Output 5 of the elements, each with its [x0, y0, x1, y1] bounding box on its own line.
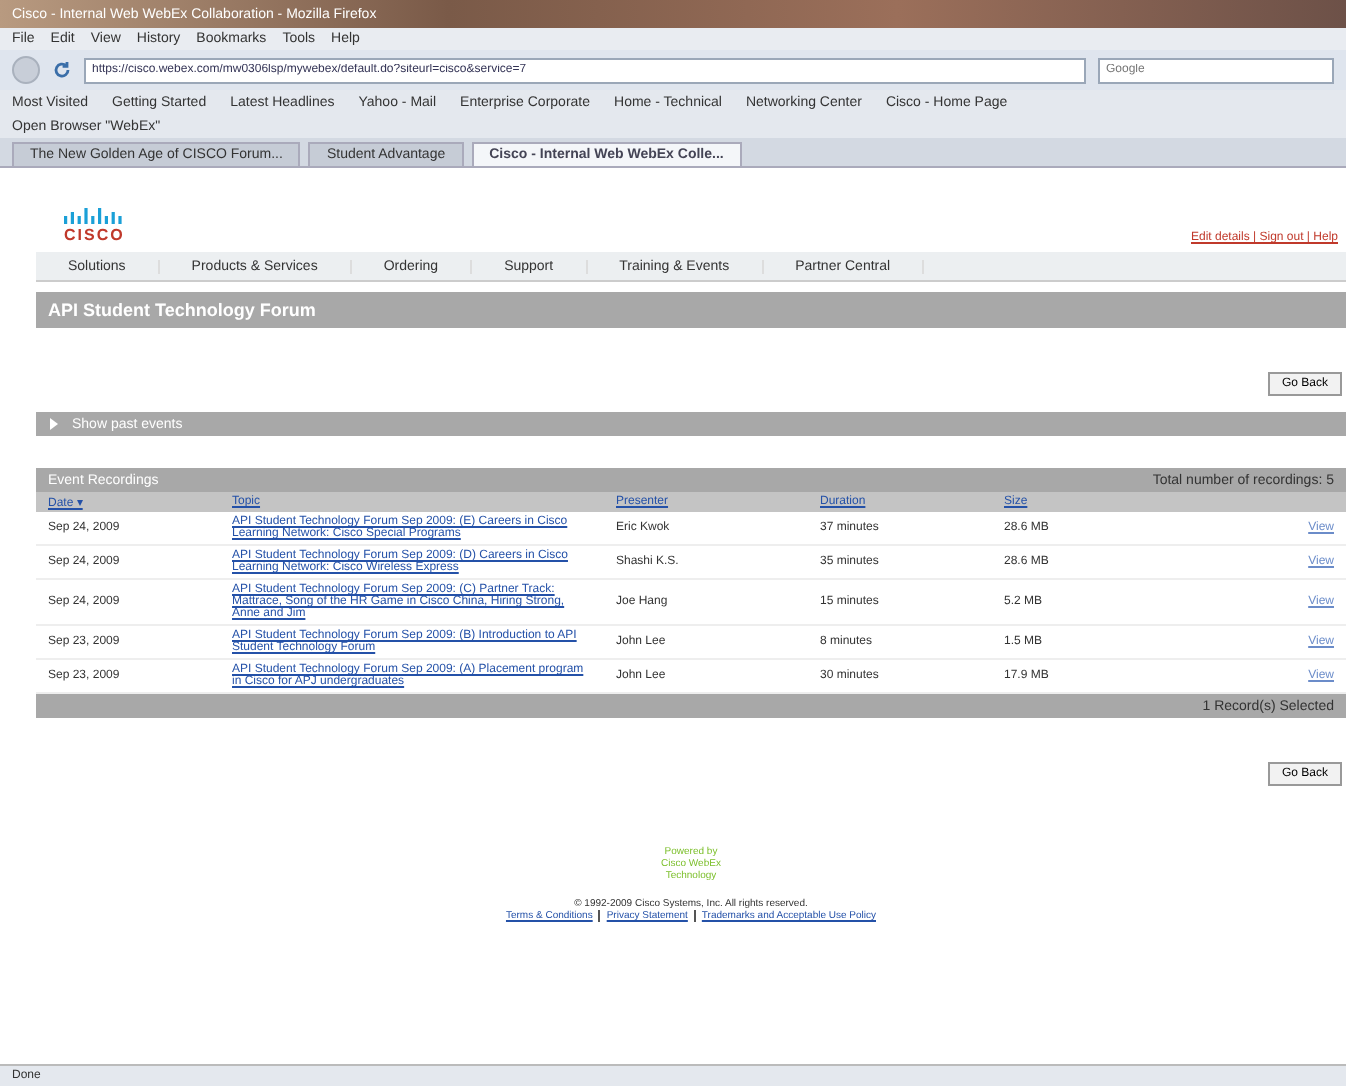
- reload-icon[interactable]: [52, 60, 72, 80]
- logo-text: CISCO: [64, 226, 125, 244]
- page-title: API Student Technology Forum: [48, 300, 316, 320]
- expand-icon[interactable]: [48, 418, 60, 430]
- bars-logo-icon: [64, 208, 125, 224]
